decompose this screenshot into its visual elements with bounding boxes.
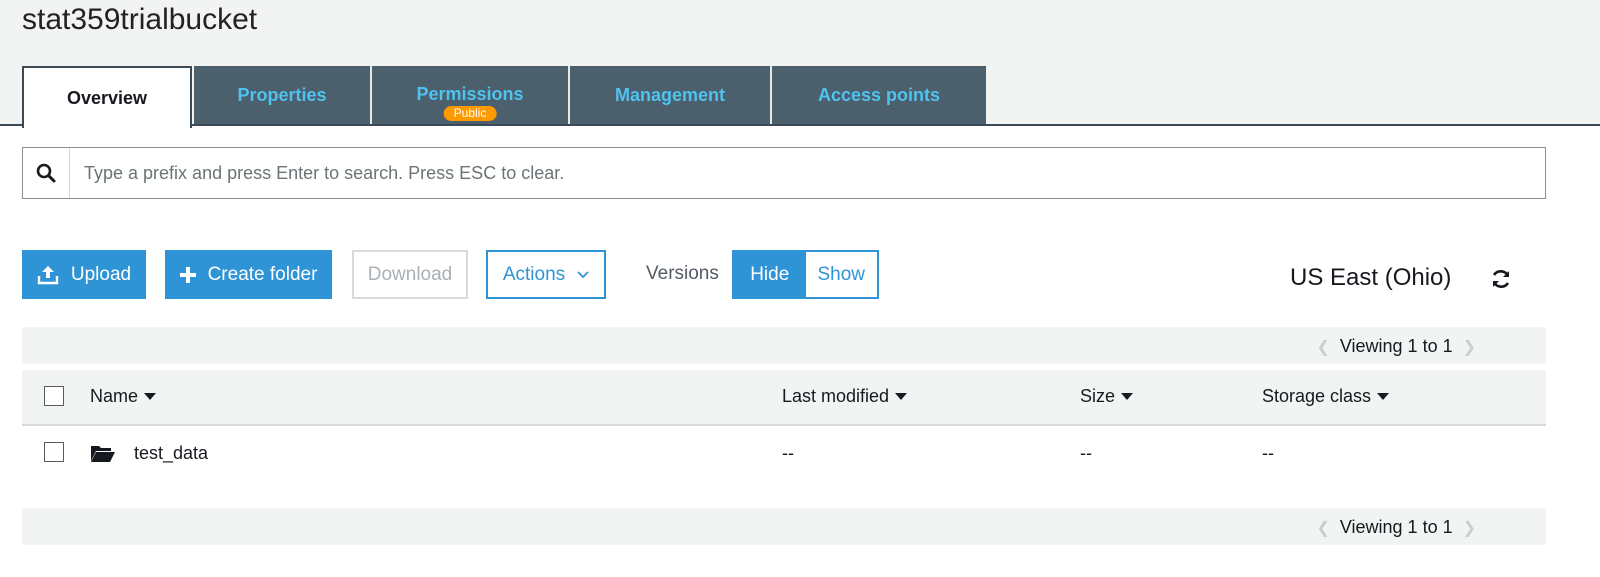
storage-class-cell: -- — [1262, 443, 1274, 463]
versions-toggle: Hide Show — [732, 250, 879, 299]
select-all-checkbox[interactable] — [44, 386, 64, 406]
column-label: Last modified — [782, 386, 890, 406]
tab-management[interactable]: Management — [570, 66, 772, 124]
table-row: test_data -- -- -- — [22, 426, 1546, 482]
versions-show-button[interactable]: Show — [805, 252, 877, 297]
actions-dropdown[interactable]: Actions — [486, 250, 606, 299]
table-header: Name Last modified Size Storage class — [22, 370, 1546, 426]
upload-icon — [37, 265, 59, 285]
public-badge: Public — [443, 106, 497, 121]
chevron-down-icon — [577, 270, 589, 279]
folder-icon — [90, 443, 116, 468]
tab-label: Permissions — [416, 84, 524, 104]
size-cell: -- — [1080, 443, 1092, 463]
tab-label: Management — [614, 84, 726, 105]
caret-down-icon — [144, 393, 157, 400]
chevron-right-icon[interactable]: ❯ — [1463, 337, 1476, 357]
tab-label: Access points — [817, 84, 941, 105]
tab-properties[interactable]: Properties — [194, 66, 372, 124]
tab-label: Properties — [237, 84, 327, 105]
upload-button[interactable]: Upload — [22, 250, 146, 299]
column-header-name[interactable]: Name — [90, 386, 157, 407]
column-header-last-modified[interactable]: Last modified — [782, 386, 908, 407]
download-button[interactable]: Download — [352, 250, 468, 299]
column-label: Storage class — [1262, 386, 1372, 406]
last-modified-cell: -- — [782, 443, 794, 463]
page-title: stat359trialbucket — [22, 3, 258, 36]
versions-hide-button[interactable]: Hide — [734, 252, 806, 297]
tab-overview[interactable]: Overview — [22, 66, 192, 128]
download-label: Download — [367, 263, 453, 285]
actions-label: Actions — [502, 263, 566, 285]
row-checkbox[interactable] — [44, 442, 64, 462]
versions-label: Versions — [646, 263, 719, 284]
caret-down-icon — [1121, 393, 1134, 400]
chevron-left-icon[interactable]: ❮ — [1316, 337, 1329, 357]
upload-label: Upload — [70, 263, 132, 285]
plus-icon — [179, 266, 196, 283]
column-label: Size — [1080, 386, 1116, 406]
search-icon — [23, 148, 70, 198]
search-input[interactable] — [70, 148, 1545, 198]
tab-label: Overview — [66, 87, 148, 108]
create-folder-button[interactable]: Create folder — [165, 250, 332, 299]
folder-name-link[interactable]: test_data — [134, 443, 208, 464]
tab-underline — [0, 124, 1600, 126]
chevron-right-icon[interactable]: ❯ — [1463, 518, 1476, 538]
region-label: US East (Ohio) — [1290, 264, 1452, 291]
caret-down-icon — [1377, 393, 1390, 400]
pager-top: ❮ Viewing 1 to 1 ❯ — [22, 327, 1546, 364]
create-folder-label: Create folder — [207, 263, 318, 285]
column-header-storage-class[interactable]: Storage class — [1262, 386, 1390, 407]
tab-access-points[interactable]: Access points — [772, 66, 986, 124]
search-box — [22, 147, 1546, 199]
pager-bottom: ❮ Viewing 1 to 1 ❯ — [22, 508, 1546, 545]
pager-text: Viewing 1 to 1 — [1339, 517, 1453, 537]
chevron-left-icon[interactable]: ❮ — [1316, 518, 1329, 538]
pager-text: Viewing 1 to 1 — [1339, 336, 1453, 356]
refresh-icon[interactable] — [1490, 268, 1512, 290]
column-label: Name — [90, 386, 139, 406]
tab-permissions[interactable]: Permissions Public — [372, 66, 570, 124]
column-header-size[interactable]: Size — [1080, 386, 1134, 407]
caret-down-icon — [895, 393, 908, 400]
